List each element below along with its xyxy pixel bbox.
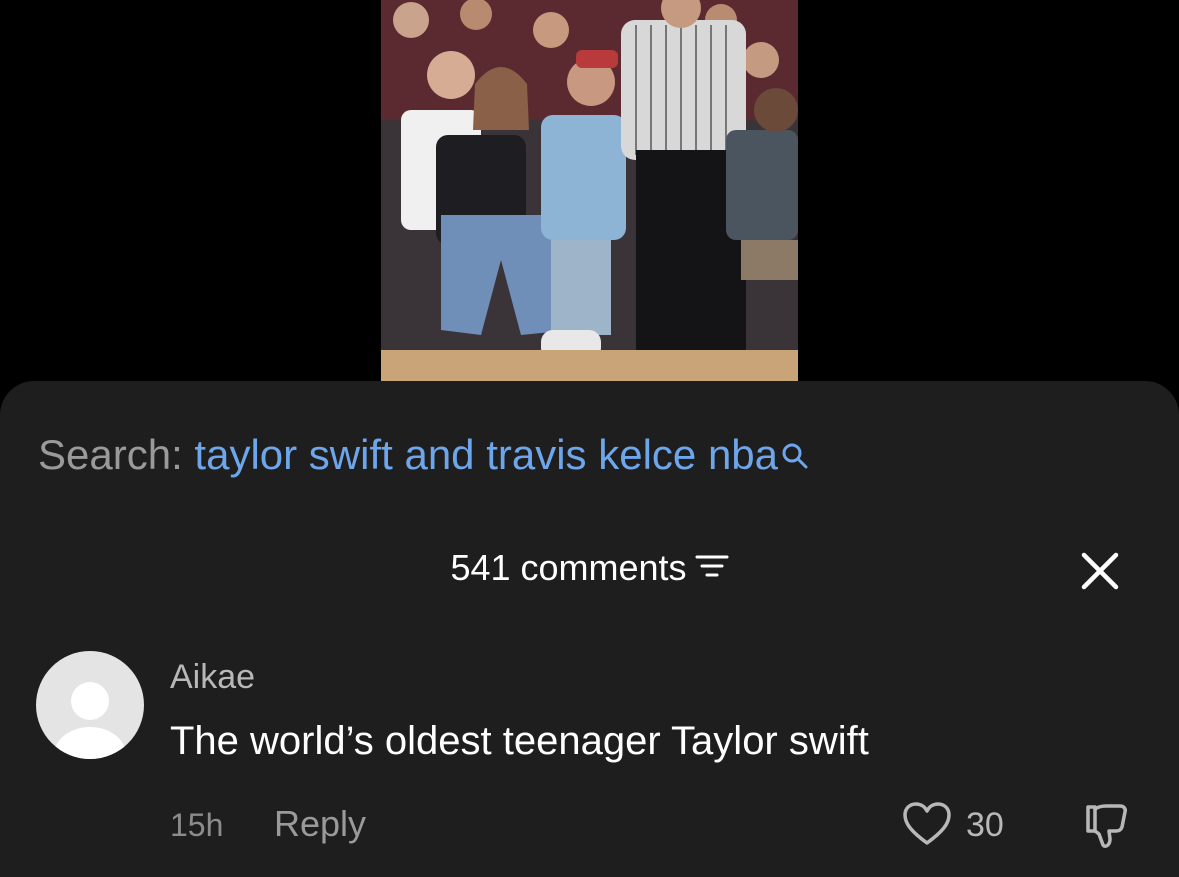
thumbs-down-icon xyxy=(1086,804,1127,848)
close-icon xyxy=(1081,552,1119,590)
filter-icon[interactable] xyxy=(695,547,729,589)
search-prefix: Search: xyxy=(38,431,183,478)
video-thumbnail xyxy=(381,0,798,381)
screen: Search: taylor swift and travis kelce nb… xyxy=(0,0,1179,877)
search-query-link[interactable]: taylor swift and travis kelce nba xyxy=(194,431,778,478)
avatar[interactable] xyxy=(36,651,144,759)
like-count: 30 xyxy=(966,806,1004,844)
comment-timestamp: 15h xyxy=(170,807,224,843)
heart-icon xyxy=(903,802,951,845)
reply-button[interactable]: Reply xyxy=(274,803,366,845)
video-player[interactable] xyxy=(381,0,798,381)
comment-item: Aikae The world’s oldest teenager Taylor… xyxy=(36,651,1146,861)
dislike-button[interactable] xyxy=(1082,801,1132,851)
comments-sheet: Search: taylor swift and travis kelce nb… xyxy=(0,381,1179,877)
close-button[interactable] xyxy=(1078,549,1122,593)
comment-author[interactable]: Aikae xyxy=(170,657,255,697)
comments-header: 541 comments xyxy=(0,547,1179,589)
search-icon xyxy=(780,433,810,481)
search-suggestion[interactable]: Search: taylor swift and travis kelce nb… xyxy=(38,431,810,481)
comments-count: 541 comments xyxy=(450,547,687,588)
default-avatar-icon xyxy=(54,682,126,759)
comment-text: The world’s oldest teenager Taylor swift xyxy=(170,719,869,763)
